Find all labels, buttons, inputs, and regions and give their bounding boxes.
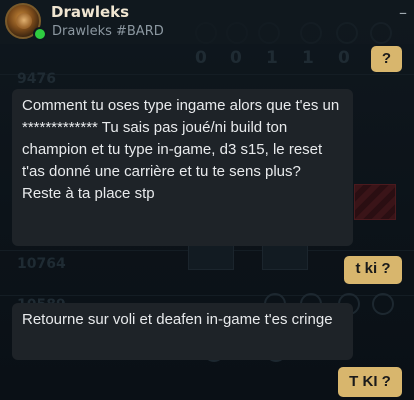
minimize-button[interactable]: – [394,5,412,21]
outgoing-message: ? [371,46,402,72]
friend-name: Drawleks [51,3,130,21]
chat-window: 0 0 1 1 0 9476 10764 10589 Drawleks Draw… [0,0,414,400]
background-gold: 9476 [17,71,56,87]
background-rune-icon [372,293,394,315]
outgoing-message: t ki ? [344,256,402,284]
chat-header: Drawleks Drawleks #BARD – [0,0,414,44]
outgoing-message: T KI ? [338,367,402,397]
background-stat: 0 [195,48,207,68]
avatar-image [16,13,32,29]
background-item-image [354,184,396,220]
background-divider [0,74,414,75]
background-stat: 1 [266,48,278,68]
friend-riot-id: Drawleks #BARD [52,24,164,39]
incoming-message: Retourne sur voli et deafen in-game t'es… [12,303,353,360]
background-gold: 10764 [17,256,66,272]
incoming-message: Comment tu oses type ingame alors que t'… [12,89,353,246]
background-stat: 0 [230,48,242,68]
background-stat: 0 [338,48,350,68]
online-status-icon [33,27,47,41]
background-stat: 1 [302,48,314,68]
